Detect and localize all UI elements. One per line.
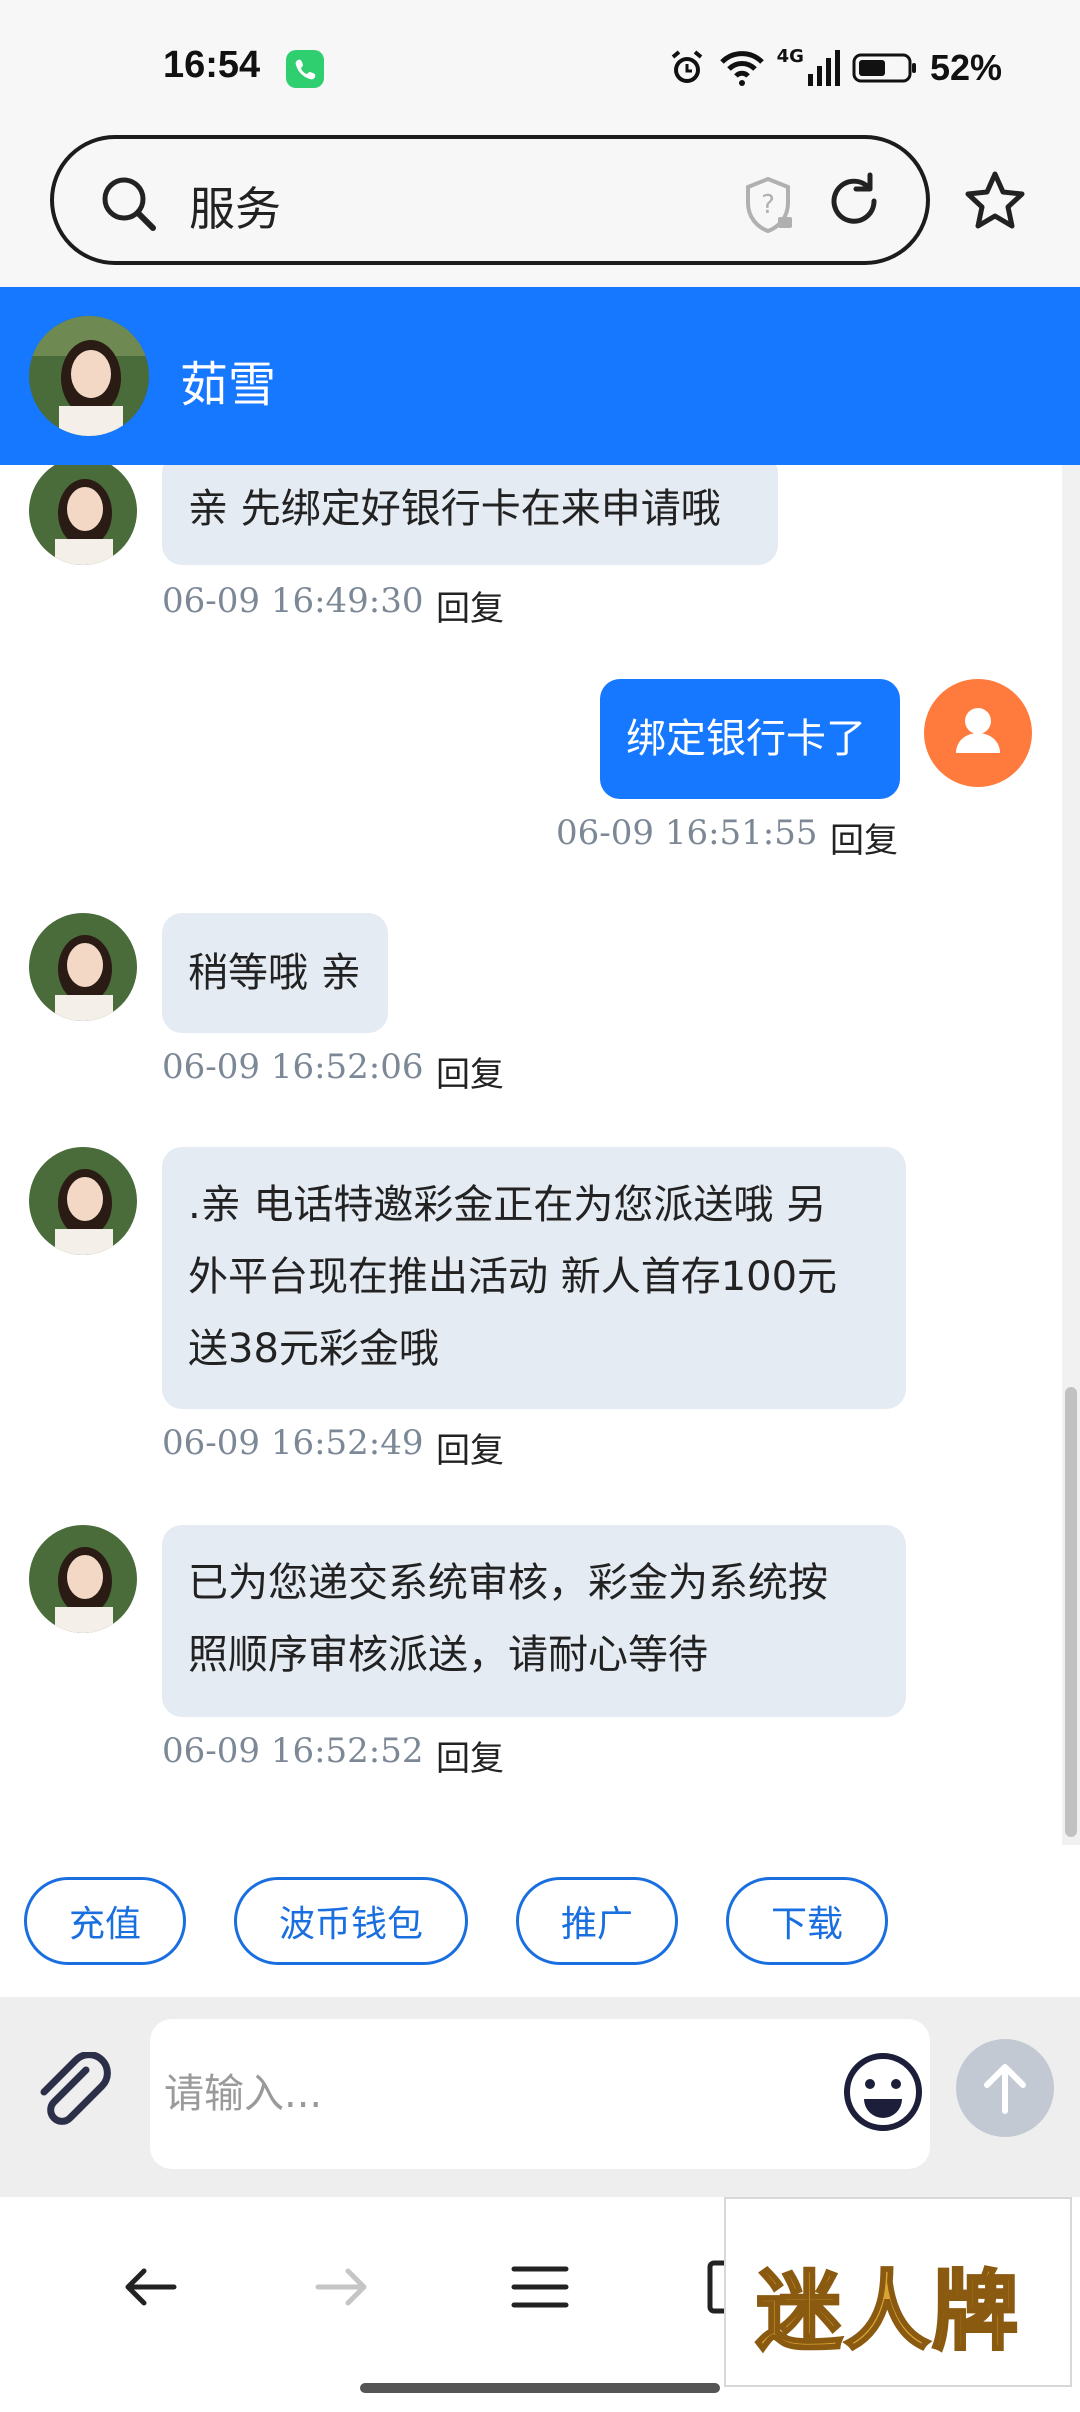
address-bar[interactable]: 服务 ? bbox=[50, 135, 930, 265]
contact-avatar[interactable] bbox=[29, 1525, 137, 1633]
message-text: 亲 先绑定好银行卡在来申请哦 bbox=[188, 486, 721, 532]
paperclip-icon[interactable] bbox=[32, 2052, 118, 2138]
message-text-line: 送38元彩金哦 bbox=[188, 1326, 439, 1372]
address-text[interactable]: 服务 bbox=[189, 173, 281, 239]
menu-icon[interactable] bbox=[508, 2255, 572, 2319]
reply-link[interactable]: 回复 bbox=[830, 813, 898, 862]
message-text: 稍等哦 亲 bbox=[188, 950, 361, 996]
message-bubble: .亲 电话特邀彩金正在为您派送哦 另 外平台现在推出活动 新人首存100元 送3… bbox=[162, 1147, 906, 1409]
message-text-line: 照顺序审核派送，请耐心等待 bbox=[188, 1632, 708, 1678]
message-time: 06-09 16:51:55 bbox=[556, 813, 818, 853]
search-icon bbox=[102, 177, 156, 231]
emoji-icon[interactable] bbox=[840, 2049, 926, 2135]
reply-link[interactable]: 回复 bbox=[436, 1731, 504, 1780]
user-icon bbox=[956, 708, 1000, 753]
home-indicator[interactable] bbox=[360, 2383, 720, 2393]
message-text-line: 外平台现在推出活动 新人首存100元 bbox=[188, 1254, 838, 1300]
contact-avatar[interactable] bbox=[29, 913, 137, 1021]
message-item: 稍等哦 亲 06-09 16:52:06 回复 bbox=[0, 913, 1080, 1095]
browser-nav-bar: 迷人牌 bbox=[0, 2197, 1080, 2412]
message-item: .亲 电话特邀彩金正在为您派送哦 另 外平台现在推出活动 新人首存100元 送3… bbox=[0, 1147, 1080, 1477]
message-input[interactable] bbox=[164, 2059, 814, 2129]
brand-logo-text: 迷人牌 bbox=[755, 2260, 1020, 2364]
message-bubble: 稍等哦 亲 bbox=[162, 913, 388, 1033]
contact-name: 茹雪 bbox=[180, 357, 277, 413]
message-bubble: 亲 先绑定好银行卡在来申请哦 bbox=[162, 465, 778, 565]
battery-percent: 52% bbox=[929, 47, 1002, 88]
scrollbar-track[interactable] bbox=[1062, 465, 1080, 1845]
wallet-button[interactable]: 波币钱包 bbox=[234, 1877, 468, 1965]
reply-link[interactable]: 回复 bbox=[436, 581, 504, 630]
wifi-icon bbox=[719, 51, 764, 86]
message-time: 06-09 16:52:52 bbox=[162, 1731, 424, 1771]
svg-text:?: ? bbox=[761, 190, 775, 220]
quick-action-bar: 充值 波币钱包 推广 下载 bbox=[0, 1845, 1080, 1997]
message-item: 亲 先绑定好银行卡在来申请哦 06-09 16:49:30 回复 bbox=[0, 465, 1080, 635]
browser-toolbar: 服务 ? bbox=[0, 135, 1080, 287]
message-input-box[interactable] bbox=[150, 2019, 930, 2169]
message-input-bar bbox=[0, 1997, 1080, 2197]
user-avatar[interactable] bbox=[924, 679, 1032, 787]
back-icon[interactable] bbox=[118, 2255, 182, 2319]
scrollbar-thumb[interactable] bbox=[1065, 1387, 1077, 1837]
status-icons: 4G 52% bbox=[667, 46, 1002, 90]
message-time: 06-09 16:52:49 bbox=[162, 1423, 424, 1463]
promote-button[interactable]: 推广 bbox=[516, 1877, 678, 1965]
reply-link[interactable]: 回复 bbox=[436, 1047, 504, 1096]
reload-icon[interactable] bbox=[822, 169, 886, 233]
message-bubble: 绑定银行卡了 bbox=[600, 679, 900, 799]
signal-icon bbox=[807, 50, 840, 86]
alarm-icon bbox=[671, 50, 702, 83]
contact-avatar[interactable] bbox=[29, 1147, 137, 1255]
phone-call-icon bbox=[286, 50, 324, 88]
message-text-line: 已为您递交系统审核，彩金为系统按 bbox=[188, 1560, 828, 1606]
send-button[interactable] bbox=[956, 2039, 1054, 2137]
message-time: 06-09 16:52:06 bbox=[162, 1047, 424, 1087]
forward-icon[interactable] bbox=[310, 2255, 374, 2319]
battery-icon bbox=[852, 53, 916, 83]
message-item: 绑定银行卡了 06-09 16:51:55 回复 bbox=[0, 679, 1080, 861]
message-text: 绑定银行卡了 bbox=[626, 716, 866, 762]
message-item: 已为您递交系统审核，彩金为系统按 照顺序审核派送，请耐心等待 06-09 16:… bbox=[0, 1525, 1080, 1795]
star-icon[interactable] bbox=[962, 169, 1028, 235]
brand-logo-overlay: 迷人牌 bbox=[724, 2197, 1072, 2387]
message-bubble: 已为您递交系统审核，彩金为系统按 照顺序审核派送，请耐心等待 bbox=[162, 1525, 906, 1717]
arrow-up-icon bbox=[984, 2064, 1026, 2114]
reply-link[interactable]: 回复 bbox=[436, 1423, 504, 1472]
chat-messages[interactable]: 亲 先绑定好银行卡在来申请哦 06-09 16:49:30 回复 绑定银行卡了 … bbox=[0, 465, 1080, 1845]
status-time: 16:54 bbox=[163, 44, 261, 86]
shield-icon[interactable]: ? bbox=[742, 175, 798, 235]
contact-avatar[interactable] bbox=[29, 316, 149, 436]
status-bar: 16:54 4G 52% bbox=[0, 0, 1080, 135]
recharge-button[interactable]: 充值 bbox=[24, 1877, 186, 1965]
message-time: 06-09 16:49:30 bbox=[162, 581, 424, 621]
contact-avatar[interactable] bbox=[29, 465, 137, 565]
chat-header: 茹雪 bbox=[0, 287, 1080, 465]
download-button[interactable]: 下载 bbox=[726, 1877, 888, 1965]
message-text-line: .亲 电话特邀彩金正在为您派送哦 另 bbox=[188, 1182, 827, 1228]
network-label: 4G bbox=[776, 46, 804, 67]
